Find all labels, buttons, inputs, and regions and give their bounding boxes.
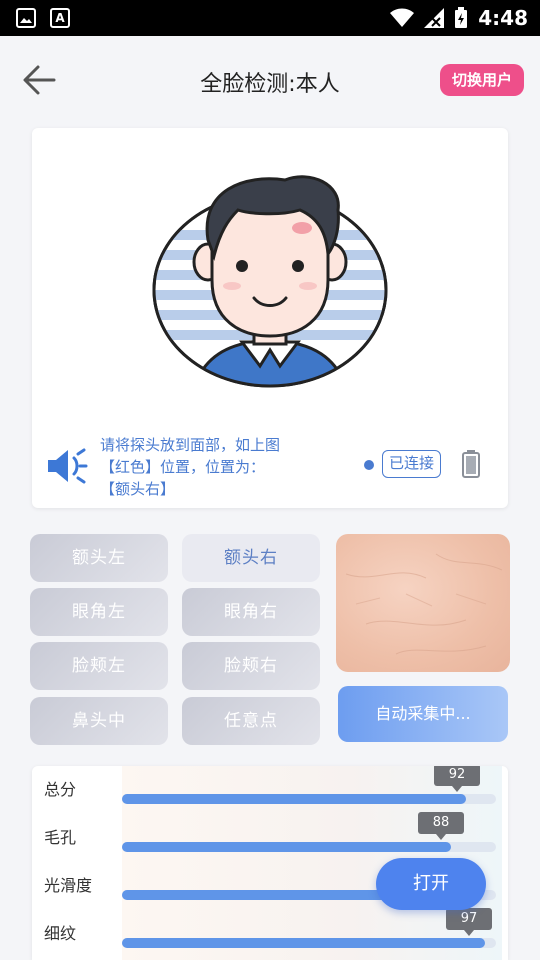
score-label: 总分 [44,780,77,799]
instruction-line-1: 请将探头放到面部，如上图 [100,436,281,454]
area-button-nose-center[interactable]: 鼻头中 [30,697,168,745]
battery-charging-icon [455,7,468,28]
area-button-forehead-left[interactable]: 额头左 [30,534,168,582]
area-button-cheek-right[interactable]: 脸颊右 [182,642,320,690]
score-value-tooltip: 88 [418,812,464,840]
instruction-line-3: 【额头右】 [100,480,176,498]
connection-dot [364,460,374,470]
score-value-tooltip: 92 [434,766,480,792]
switch-user-button[interactable]: 切换用户 [439,64,524,96]
skin-texture-image [345,553,503,655]
instruction-line-2: 【红色】位置，位置为： [100,458,266,476]
score-bar-fill [122,938,485,948]
area-button-eye-corner-right[interactable]: 眼角右 [182,588,320,636]
probe-instruction: 请将探头放到面部，如上图 【红色】位置，位置为： 【额头右】 [100,434,350,500]
status-time: 4:48 [478,6,528,30]
score-row-total: 总分 92 [32,766,508,814]
score-bar-fill [122,890,414,900]
face-illustration [150,170,390,390]
score-row-fine-lines: 细纹 97 [32,908,508,958]
score-label: 光滑度 [44,876,93,895]
speaker-icon[interactable] [46,446,88,486]
area-button-forehead-right[interactable]: 额头右 [182,534,320,582]
text-notification-icon: A [50,8,70,28]
status-right-icons: 4:48 [390,6,528,30]
connection-status-badge: 已连接 [382,450,442,478]
auto-collect-button[interactable]: 自动采集中... [338,686,508,742]
score-bar-track [122,938,496,948]
score-bar-fill [122,842,452,852]
open-button[interactable]: 打开 [376,858,486,910]
score-row-pores: 毛孔 88 [32,812,508,862]
score-label: 毛孔 [44,828,77,847]
score-bar-track [122,794,496,804]
status-bar: A 4:48 [0,0,540,36]
face-avatar-illustration [152,175,388,388]
score-value-tooltip: 97 [446,908,492,936]
face-guide-card: 请将探头放到面部，如上图 【红色】位置，位置为： 【额头右】 已连接 [32,128,508,508]
score-bar-fill [122,794,467,804]
area-button-cheek-left[interactable]: 脸颊左 [30,642,168,690]
area-button-any-point[interactable]: 任意点 [182,697,320,745]
wifi-icon [390,8,415,27]
cellular-signal-icon [424,8,445,28]
score-label: 细纹 [44,924,77,943]
area-button-eye-corner-left[interactable]: 眼角左 [30,588,168,636]
gallery-notification-icon [16,8,36,28]
status-left-icons: A [16,8,70,28]
score-bar-track [122,842,496,852]
skin-capture-preview [336,534,510,672]
device-battery-icon [462,450,480,478]
page-header: 全脸检测:本人 切换用户 [0,36,540,126]
